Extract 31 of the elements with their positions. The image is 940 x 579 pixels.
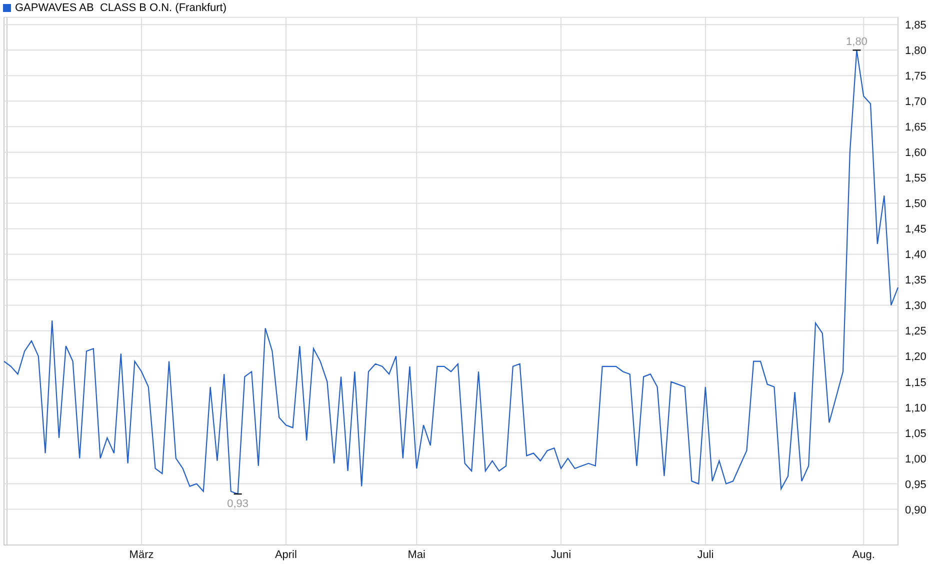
y-axis-label: 1,05 bbox=[905, 428, 926, 440]
y-axis-label: 1,60 bbox=[905, 147, 926, 160]
y-axis-label: 0,95 bbox=[905, 478, 926, 491]
y-axis-label: 1,50 bbox=[905, 198, 926, 210]
extreme-marker bbox=[852, 50, 861, 51]
extreme-marker bbox=[234, 493, 242, 495]
y-axis-label: 1,35 bbox=[905, 274, 926, 287]
y-axis-label: 1,30 bbox=[905, 300, 926, 312]
y-axis-label: 1,80 bbox=[905, 45, 926, 58]
y-axis-label: 1,40 bbox=[905, 249, 926, 262]
x-axis-label: März bbox=[129, 549, 154, 561]
x-axis-label: Juni bbox=[550, 549, 572, 561]
legend-label: GAPWAVES AB CLASS B O.N. (Frankfurt) bbox=[15, 2, 226, 14]
y-axis-label: 1,75 bbox=[905, 70, 926, 83]
y-axis-label: 1,20 bbox=[905, 351, 926, 364]
y-axis-label: 0,90 bbox=[905, 504, 926, 516]
x-axis-label: April bbox=[274, 549, 297, 561]
y-axis-label: 1,65 bbox=[905, 122, 926, 134]
y-axis-label: 1,45 bbox=[905, 224, 926, 236]
y-axis-label: 1,00 bbox=[905, 453, 926, 466]
y-axis-label: 1,15 bbox=[905, 376, 926, 389]
y-axis-label: 1,85 bbox=[905, 20, 926, 32]
x-axis-label: Juli bbox=[697, 549, 714, 561]
x-axis-label: Mai bbox=[408, 549, 426, 561]
y-axis-label: 1,55 bbox=[905, 172, 926, 185]
extreme-value-label: 0,93 bbox=[227, 498, 249, 510]
y-axis-label: 1,25 bbox=[905, 326, 926, 338]
y-axis-label: 1,10 bbox=[905, 402, 926, 414]
x-axis-label: Aug. bbox=[852, 549, 875, 561]
extreme-value-label: 1,80 bbox=[846, 36, 868, 48]
y-axis-label: 1,70 bbox=[905, 96, 926, 108]
